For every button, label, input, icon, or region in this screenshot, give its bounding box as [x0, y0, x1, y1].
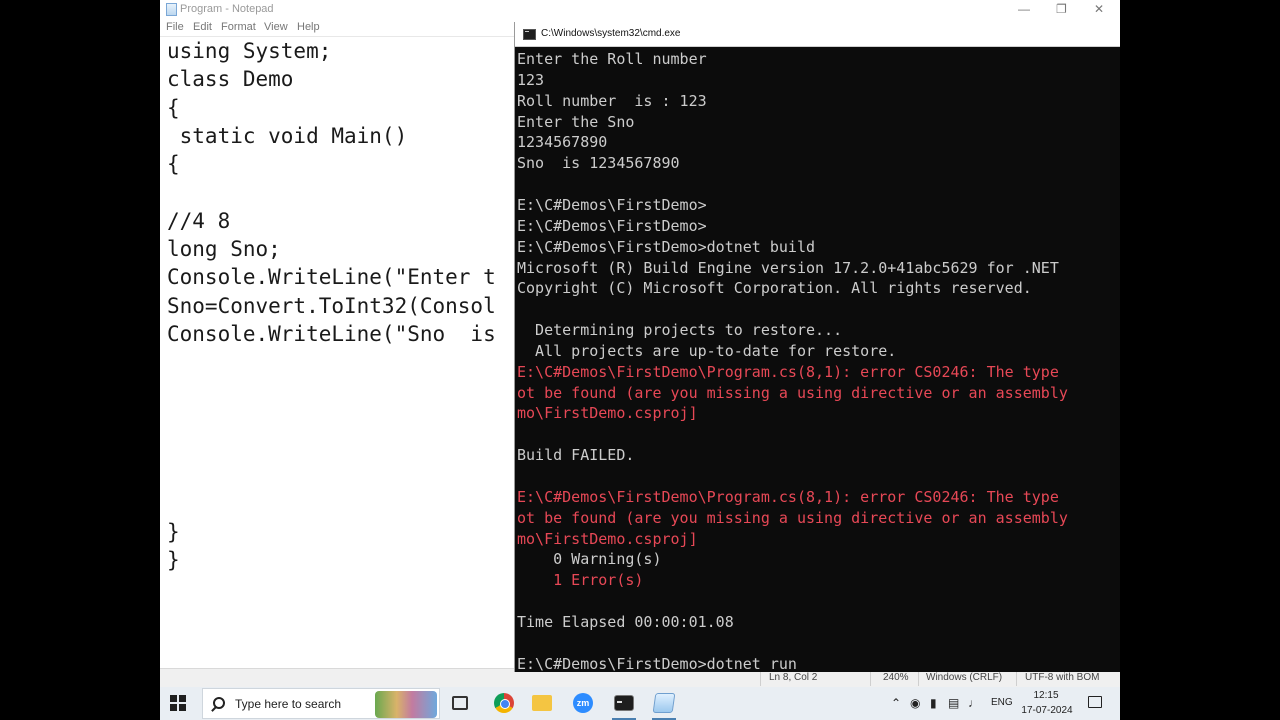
- notepad-icon: [166, 3, 177, 16]
- cmd-titlebar[interactable]: C:\Windows\system32\cmd.exe: [515, 22, 1120, 47]
- statusbar-divider: [760, 671, 761, 686]
- search-highlight-image: [375, 691, 437, 718]
- terminal-line: Microsoft (R) Build Engine version 17.2.…: [517, 258, 1059, 277]
- menu-format[interactable]: Format: [221, 21, 256, 33]
- code-line: {: [167, 152, 180, 177]
- console-icon: [523, 29, 536, 40]
- terminal-line: Build FAILED.: [517, 446, 635, 465]
- zoom-level: 240%: [883, 672, 909, 683]
- terminal-line: E:\C#Demos\FirstDemo>: [517, 195, 707, 214]
- cmd-title: C:\Windows\system32\cmd.exe: [541, 28, 681, 39]
- terminal-line: Copyright (C) Microsoft Corporation. All…: [517, 279, 1032, 298]
- notepad-title: Program - Notepad: [180, 3, 274, 15]
- terminal-error-line: 1 Error(s): [517, 571, 644, 590]
- terminal-line: E:\C#Demos\FirstDemo>dotnet run: [517, 654, 797, 672]
- terminal-line: Time Elapsed 00:00:01.08: [517, 612, 734, 631]
- left-black-margin: [0, 0, 160, 720]
- terminal-output[interactable]: Enter the Roll number 123 Roll number is :…: [515, 47, 1120, 672]
- clock-time[interactable]: 12:15: [1021, 690, 1071, 701]
- camera-icon[interactable]: ◉: [910, 696, 920, 710]
- terminal-error-line: mo\FirstDemo.csproj]: [517, 529, 698, 548]
- code-line: {: [167, 95, 180, 120]
- code-line: Sno=Convert.ToInt32(Consol: [167, 293, 496, 318]
- encoding: UTF-8 with BOM: [1025, 672, 1100, 683]
- code-line: Console.WriteLine("Enter t: [167, 265, 496, 290]
- task-view-icon[interactable]: [452, 696, 468, 710]
- menu-file[interactable]: File: [166, 21, 184, 33]
- statusbar-divider: [1016, 671, 1017, 686]
- restore-icon[interactable]: ❐: [1056, 2, 1067, 16]
- taskbar-search-box[interactable]: Type here to search: [202, 688, 440, 719]
- search-icon: [213, 697, 225, 709]
- windows-start-icon[interactable]: [170, 695, 186, 711]
- file-explorer-icon[interactable]: [532, 695, 552, 711]
- terminal-line: Enter the Sno: [517, 112, 635, 131]
- search-placeholder: Type here to search: [235, 697, 342, 711]
- notepad-titlebar[interactable]: Program - Notepad: [160, 0, 1120, 19]
- code-line: static void Main(): [167, 123, 408, 148]
- code-line: }: [167, 520, 180, 545]
- code-line: }: [167, 548, 180, 573]
- cmd-taskbar-icon[interactable]: [614, 695, 634, 711]
- close-icon[interactable]: ✕: [1094, 2, 1104, 16]
- zoom-icon[interactable]: zm: [573, 693, 593, 713]
- terminal-line: Enter the Roll number: [517, 50, 707, 68]
- terminal-line: 0 Warning(s): [517, 550, 662, 569]
- notification-icon[interactable]: [1088, 696, 1102, 708]
- terminal-error-line: E:\C#Demos\FirstDemo\Program.cs(8,1): er…: [517, 362, 1059, 381]
- line-ending: Windows (CRLF): [926, 672, 1003, 683]
- terminal-error-line: ot be found (are you missing a using dir…: [517, 383, 1068, 402]
- terminal-line: Determining projects to restore...: [517, 321, 843, 340]
- chevron-up-icon[interactable]: ⌃: [891, 696, 901, 710]
- taskbar: Type here to search zm ⌃ ◉ ▮ ▤ ♩ ENG 12:…: [160, 687, 1120, 720]
- menu-view[interactable]: View: [264, 21, 288, 33]
- terminal-error-line: ot be found (are you missing a using dir…: [517, 508, 1068, 527]
- terminal-line: E:\C#Demos\FirstDemo>: [517, 216, 707, 235]
- terminal-line: 1234567890: [517, 133, 608, 152]
- code-line: using System;: [167, 39, 332, 63]
- network-icon[interactable]: ▤: [948, 696, 959, 710]
- terminal-line: Sno is 1234567890: [517, 154, 680, 173]
- code-line: Console.WriteLine("Sno is: [167, 322, 496, 346]
- terminal-line: Roll number is : 123: [517, 91, 707, 110]
- code-line: class Demo: [167, 67, 294, 92]
- minimize-icon[interactable]: —: [1018, 2, 1030, 16]
- terminal-line: E:\C#Demos\FirstDemo>dotnet build: [517, 237, 816, 256]
- code-line: //4 8: [167, 208, 231, 233]
- cmd-window: C:\Windows\system32\cmd.exe Enter the Ro…: [514, 22, 1120, 672]
- statusbar-divider: [918, 671, 919, 686]
- language-indicator[interactable]: ENG: [991, 697, 1013, 708]
- chrome-icon[interactable]: [494, 693, 514, 713]
- microphone-icon[interactable]: ▮: [930, 696, 937, 710]
- volume-icon[interactable]: ♩: [968, 696, 980, 710]
- terminal-error-line: mo\FirstDemo.csproj]: [517, 404, 698, 423]
- right-black-margin: [1120, 0, 1280, 720]
- clock-date[interactable]: 17-07-2024: [1021, 705, 1073, 716]
- statusbar-divider: [870, 671, 871, 686]
- notepad-taskbar-icon[interactable]: [652, 693, 676, 713]
- notepad-window-controls: — ❐ ✕: [1000, 0, 1120, 19]
- terminal-line: 123: [517, 70, 545, 89]
- cursor-position: Ln 8, Col 2: [769, 672, 818, 683]
- system-tray: ⌃ ◉ ▮ ▤ ♩ ENG 12:15 17-07-2024: [888, 687, 1120, 720]
- menu-edit[interactable]: Edit: [193, 21, 212, 33]
- terminal-error-line: E:\C#Demos\FirstDemo\Program.cs(8,1): er…: [517, 487, 1059, 506]
- terminal-line: All projects are up-to-date for restore.: [517, 341, 897, 360]
- menu-help[interactable]: Help: [297, 21, 320, 33]
- code-line: long Sno;: [167, 237, 281, 262]
